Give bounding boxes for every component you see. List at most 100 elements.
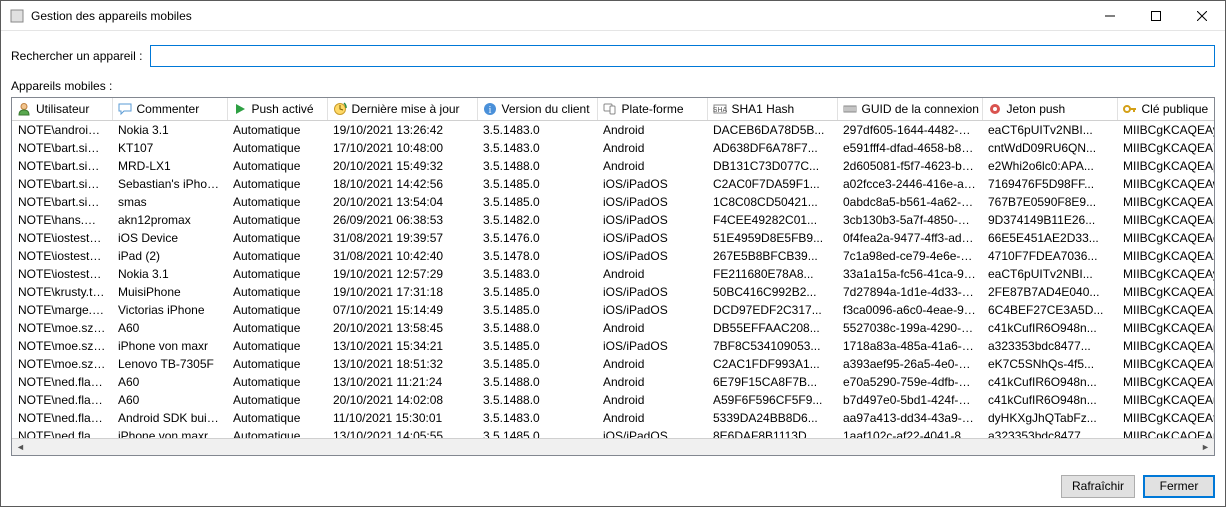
table-row[interactable]: NOTE\ned.fland...A60Automatique20/10/202…	[12, 391, 1214, 409]
search-input[interactable]	[150, 45, 1215, 67]
app-icon	[9, 8, 25, 24]
cell-updated: 13/10/2021 18:51:32	[327, 355, 477, 373]
table-row[interactable]: NOTE\hans.mol...akn12promaxAutomatique26…	[12, 211, 1214, 229]
cell-updated: 31/08/2021 19:39:57	[327, 229, 477, 247]
svg-text:i: i	[488, 105, 491, 116]
cell-platform: Android	[597, 373, 707, 391]
cell-updated: 20/10/2021 14:02:08	[327, 391, 477, 409]
cell-version: 3.5.1485.0	[477, 301, 597, 319]
cell-updated: 26/09/2021 06:38:53	[327, 211, 477, 229]
col-user[interactable]: Utilisateur	[12, 98, 112, 121]
cell-guid: f3ca0096-a6c0-4eae-97...	[837, 301, 982, 319]
col-pubkey[interactable]: Clé publique	[1117, 98, 1214, 121]
table-row[interactable]: NOTE\iostestuserNokia 3.1Automatique19/1…	[12, 265, 1214, 283]
cell-token: cntWdD09RU6QN...	[982, 139, 1117, 157]
cell-push: Automatique	[227, 319, 327, 337]
close-button[interactable]	[1179, 1, 1225, 30]
table-row[interactable]: NOTE\moe.szyslakA60Automatique20/10/2021…	[12, 319, 1214, 337]
cell-token: 9D374149B11E26...	[982, 211, 1117, 229]
cell-push: Automatique	[227, 211, 327, 229]
cell-user: NOTE\iostestuser	[12, 229, 112, 247]
cell-user: NOTE\ned.fland...	[12, 373, 112, 391]
cell-token: eaCT6pUITv2NBI...	[982, 265, 1117, 283]
cell-platform: iOS/iPadOS	[597, 427, 707, 438]
col-token[interactable]: Jeton push	[982, 98, 1117, 121]
cell-updated: 17/10/2021 10:48:00	[327, 139, 477, 157]
cell-user: NOTE\bart.simp...	[12, 139, 112, 157]
table-row[interactable]: NOTE\ned.fland...Android SDK built ...Au…	[12, 409, 1214, 427]
table-row[interactable]: NOTE\ned.fland...iPhone von maxrAutomati…	[12, 427, 1214, 438]
cell-guid: 0f4fea2a-9477-4ff3-ad5...	[837, 229, 982, 247]
cell-sha1: DB131C73D077C...	[707, 157, 837, 175]
table-row[interactable]: NOTE\iostestuseriOS DeviceAutomatique31/…	[12, 229, 1214, 247]
cell-user: NOTE\iostestuser	[12, 265, 112, 283]
scroll-right-button[interactable]: ►	[1197, 439, 1214, 456]
col-sha1[interactable]: SHASHA1 Hash	[707, 98, 837, 121]
cell-updated: 20/10/2021 13:58:45	[327, 319, 477, 337]
table-row[interactable]: NOTE\bart.simp...Sebastian's iPhonerAuto…	[12, 175, 1214, 193]
cell-version: 3.5.1488.0	[477, 391, 597, 409]
maximize-button[interactable]	[1133, 1, 1179, 30]
scroll-left-button[interactable]: ◄	[12, 439, 29, 456]
info-icon: i	[482, 101, 498, 117]
cell-comment: A60	[112, 319, 227, 337]
cell-token: eaCT6pUITv2NBI...	[982, 121, 1117, 140]
col-push[interactable]: Push activé	[227, 98, 327, 121]
cell-version: 3.5.1485.0	[477, 193, 597, 211]
table-row[interactable]: NOTE\ned.fland...A60Automatique13/10/202…	[12, 373, 1214, 391]
cell-comment: iOS Device	[112, 229, 227, 247]
cell-version: 3.5.1488.0	[477, 373, 597, 391]
table-row[interactable]: NOTE\marge.si...Victorias iPhoneAutomati…	[12, 301, 1214, 319]
table-row[interactable]: NOTE\androidte...Nokia 3.1Automatique19/…	[12, 121, 1214, 140]
table-row[interactable]: NOTE\moe.szyslakiPhone von maxrAutomatiq…	[12, 337, 1214, 355]
col-version[interactable]: iVersion du client	[477, 98, 597, 121]
cell-user: NOTE\marge.si...	[12, 301, 112, 319]
cell-comment: A60	[112, 373, 227, 391]
cell-sha1: C2AC1FDF993A1...	[707, 355, 837, 373]
cell-push: Automatique	[227, 193, 327, 211]
cell-version: 3.5.1485.0	[477, 355, 597, 373]
cell-comment: Lenovo TB-7305F	[112, 355, 227, 373]
horizontal-scrollbar[interactable]: ◄ ►	[12, 438, 1214, 455]
col-updated[interactable]: Dernière mise à jour	[327, 98, 477, 121]
col-platform[interactable]: Plate-forme	[597, 98, 707, 121]
cell-token: dyHKXgJhQTabFz...	[982, 409, 1117, 427]
cell-sha1: 5339DA24BB8D6...	[707, 409, 837, 427]
cell-comment: Android SDK built ...	[112, 409, 227, 427]
cell-comment: iPhone von maxr	[112, 427, 227, 438]
col-guid[interactable]: GUID de la connexion	[837, 98, 982, 121]
cell-guid: 0abdc8a5-b561-4a62-b3...	[837, 193, 982, 211]
cell-guid: 7d27894a-1d1e-4d33-88...	[837, 283, 982, 301]
col-comment[interactable]: Commenter	[112, 98, 227, 121]
table-row[interactable]: NOTE\iostestuseriPad (2)Automatique31/08…	[12, 247, 1214, 265]
cell-pubkey: MIIBCgKCAQEAu709ur	[1117, 373, 1214, 391]
scroll-track[interactable]	[29, 439, 1197, 455]
cell-updated: 11/10/2021 15:30:01	[327, 409, 477, 427]
cell-push: Automatique	[227, 247, 327, 265]
cell-platform: Android	[597, 355, 707, 373]
cell-pubkey: MIIBCgKCAQEA1WyQ	[1117, 301, 1214, 319]
cell-push: Automatique	[227, 301, 327, 319]
cell-updated: 18/10/2021 14:42:56	[327, 175, 477, 193]
cell-guid: 2d605081-f5f7-4623-b5...	[837, 157, 982, 175]
cell-platform: iOS/iPadOS	[597, 175, 707, 193]
cell-comment: akn12promax	[112, 211, 227, 229]
table-row[interactable]: NOTE\bart.simp...MRD-LX1Automatique20/10…	[12, 157, 1214, 175]
table-row[interactable]: NOTE\bart.simp...smasAutomatique20/10/20…	[12, 193, 1214, 211]
cell-user: NOTE\hans.mol...	[12, 211, 112, 229]
table-row[interactable]: NOTE\moe.szyslakLenovo TB-7305FAutomatiq…	[12, 355, 1214, 373]
minimize-button[interactable]	[1087, 1, 1133, 30]
cell-comment: iPhone von maxr	[112, 337, 227, 355]
cell-guid: aa97a413-dd34-43a9-91...	[837, 409, 982, 427]
table-row[interactable]: NOTE\krusty.th...MuisiPhoneAutomatique19…	[12, 283, 1214, 301]
cell-pubkey: MIIBCgKCAQEApwT7C	[1117, 157, 1214, 175]
close-dialog-button[interactable]: Fermer	[1143, 475, 1215, 498]
cell-comment: MuisiPhone	[112, 283, 227, 301]
table-row[interactable]: NOTE\bart.simp...KT107Automatique17/10/2…	[12, 139, 1214, 157]
cell-push: Automatique	[227, 139, 327, 157]
cell-pubkey: MIIBCgKCAQEAynaLJk	[1117, 265, 1214, 283]
cell-pubkey: MIIBCgKCAQEA2k3OP	[1117, 283, 1214, 301]
device-table: Utilisateur Commenter Push activé Derniè…	[11, 97, 1215, 456]
search-label: Rechercher un appareil :	[11, 49, 142, 63]
refresh-button[interactable]: Rafraîchir	[1061, 475, 1135, 498]
